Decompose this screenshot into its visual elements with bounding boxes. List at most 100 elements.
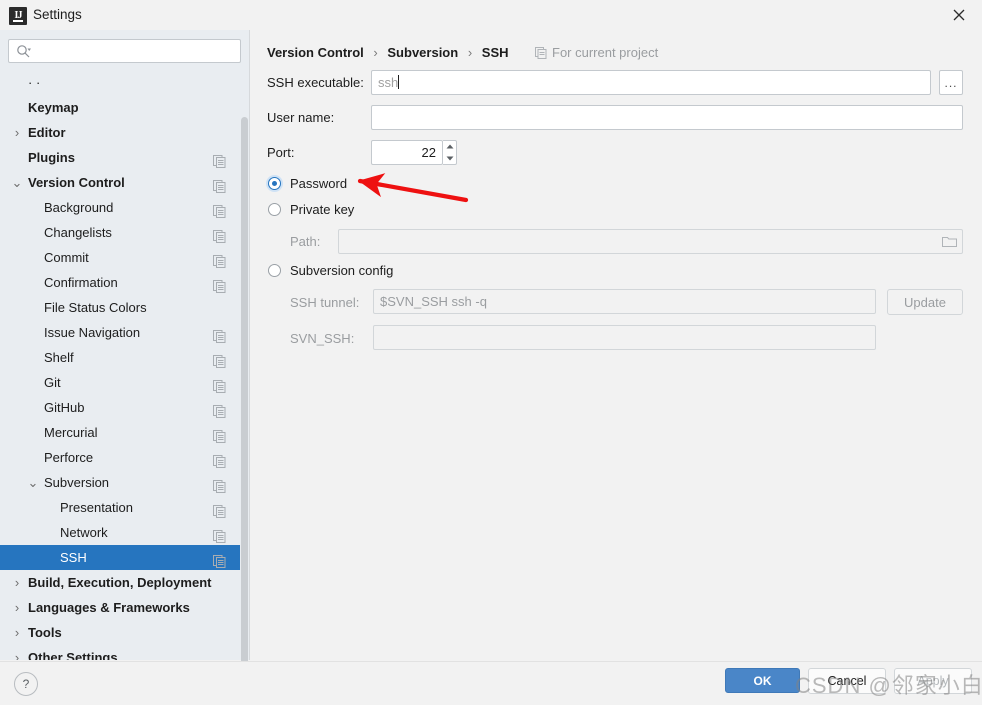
sidebar-item-label: Presentation — [60, 500, 133, 515]
copy-settings-icon[interactable] — [213, 151, 226, 168]
private-key-radio[interactable] — [268, 203, 281, 216]
sidebar-item-editor[interactable]: › Editor — [0, 120, 249, 145]
copy-settings-icon[interactable] — [213, 226, 226, 243]
update-button[interactable]: Update — [887, 289, 963, 315]
search-box[interactable] — [8, 39, 241, 64]
copy-settings-icon — [535, 46, 547, 64]
sidebar-item-tools[interactable]: › Tools — [0, 620, 249, 645]
copy-settings-icon[interactable] — [213, 476, 226, 493]
copy-settings-icon[interactable] — [213, 501, 226, 518]
copy-settings-icon[interactable] — [213, 351, 226, 368]
chevron-right-icon[interactable]: › — [11, 595, 23, 620]
help-icon[interactable]: ? — [14, 672, 38, 696]
path-label: Path: — [290, 234, 321, 249]
breadcrumb-item-1[interactable]: Subversion — [387, 45, 458, 60]
chevron-down-icon[interactable]: ⌄ — [27, 470, 39, 495]
sidebar-item-git[interactable]: Git — [0, 370, 249, 395]
sidebar-item-shelf[interactable]: Shelf — [0, 345, 249, 370]
copy-settings-icon[interactable] — [213, 176, 226, 193]
breadcrumb-separator: › — [373, 45, 378, 60]
sidebar-item-presentation[interactable]: Presentation — [0, 495, 249, 520]
apply-button[interactable]: Apply — [894, 668, 972, 694]
chevron-right-icon[interactable]: › — [11, 570, 23, 595]
sidebar-item-subversion[interactable]: ⌄ Subversion — [0, 470, 249, 495]
subversion-config-radio[interactable] — [268, 264, 281, 277]
copy-settings-icon[interactable] — [213, 426, 226, 443]
sidebar-item-issue-navigation[interactable]: Issue Navigation — [0, 320, 249, 345]
copy-settings-icon[interactable] — [213, 376, 226, 393]
sidebar-item-confirmation[interactable]: Confirmation — [0, 270, 249, 295]
subversion-config-radio-label[interactable]: Subversion config — [290, 262, 393, 280]
password-radio-label[interactable]: Password — [290, 175, 347, 193]
private-key-radio-label[interactable]: Private key — [290, 201, 354, 219]
sidebar-item-keymap[interactable]: Keymap — [0, 95, 249, 120]
sidebar-item-mercurial[interactable]: Mercurial — [0, 420, 249, 445]
ellipsis-icon: ... — [944, 75, 958, 90]
close-icon[interactable] — [936, 0, 982, 30]
sidebar-item-network[interactable]: Network — [0, 520, 249, 545]
ok-button[interactable]: OK — [725, 668, 800, 693]
sidebar-item-ssh[interactable]: SSH — [0, 545, 249, 570]
copy-settings-icon[interactable] — [213, 251, 226, 268]
password-radio[interactable] — [268, 177, 281, 190]
sidebar-item-label: Commit — [44, 250, 89, 265]
sidebar-item-[interactable]: · · — [0, 70, 249, 95]
ssh-tunnel-input[interactable]: $SVN_SSH ssh -q — [373, 289, 876, 314]
sidebar-item-label: Network — [60, 525, 108, 540]
copy-settings-icon[interactable] — [213, 551, 226, 568]
sidebar-item-file-status-colors[interactable]: File Status Colors — [0, 295, 249, 320]
port-input[interactable] — [371, 140, 443, 165]
cancel-button[interactable]: Cancel — [808, 668, 886, 694]
spinner-up-icon[interactable] — [443, 141, 456, 152]
sidebar-item-background[interactable]: Background — [0, 195, 249, 220]
sidebar-item-label: Background — [44, 200, 114, 215]
settings-dialog: IJ Settings · · Keymap › Editor Plugins ⌄ Vers… — [0, 0, 982, 705]
sidebar-item-label: Issue Navigation — [44, 325, 141, 340]
sidebar-item-perforce[interactable]: Perforce — [0, 445, 249, 470]
ssh-executable-input[interactable] — [371, 70, 931, 95]
chevron-right-icon[interactable]: › — [11, 120, 23, 145]
folder-icon[interactable] — [942, 235, 957, 248]
user-name-label: User name: — [267, 110, 335, 125]
search-input[interactable] — [39, 40, 238, 64]
breadcrumb-item-2[interactable]: SSH — [482, 45, 509, 60]
search-icon — [16, 44, 32, 63]
breadcrumb-item-0[interactable]: Version Control — [267, 45, 364, 60]
sidebar-item-label: Build, Execution, Deployment — [28, 575, 212, 590]
ssh-executable-label: SSH executable: — [267, 75, 364, 90]
sidebar-item-build-execution-deployment[interactable]: › Build, Execution, Deployment — [0, 570, 249, 595]
svn-ssh-label: SVN_SSH: — [290, 331, 355, 346]
copy-settings-icon[interactable] — [213, 326, 226, 343]
port-spinner[interactable] — [443, 140, 457, 165]
ssh-executable-browse-button[interactable]: ... — [939, 70, 963, 95]
breadcrumb: Version Control › Subversion › SSH — [267, 44, 509, 62]
path-input[interactable] — [338, 229, 963, 254]
copy-settings-icon[interactable] — [213, 451, 226, 468]
user-name-input[interactable] — [371, 105, 963, 130]
ssh-tunnel-label: SSH tunnel: — [290, 295, 360, 310]
copy-settings-icon[interactable] — [213, 401, 226, 418]
sidebar-item-commit[interactable]: Commit — [0, 245, 249, 270]
copy-settings-icon[interactable] — [213, 526, 226, 543]
sidebar-item-changelists[interactable]: Changelists — [0, 220, 249, 245]
sidebar-item-label: File Status Colors — [44, 300, 147, 315]
sidebar-item-label: Confirmation — [44, 275, 118, 290]
copy-settings-icon[interactable] — [213, 201, 226, 218]
spinner-down-icon[interactable] — [443, 153, 456, 164]
chevron-right-icon[interactable]: › — [11, 620, 23, 645]
sidebar-scrollbar-thumb[interactable] — [241, 117, 248, 692]
copy-settings-icon[interactable] — [213, 276, 226, 293]
sidebar-item-github[interactable]: GitHub — [0, 395, 249, 420]
sidebar-item-plugins[interactable]: Plugins — [0, 145, 249, 170]
sidebar-item-other-settings[interactable]: › Other Settings — [0, 645, 249, 660]
sidebar-item-version-control[interactable]: ⌄ Version Control — [0, 170, 249, 195]
sidebar-scrollbar-track[interactable] — [240, 70, 249, 692]
chevron-right-icon[interactable]: › — [11, 645, 23, 660]
sidebar-item-label: Git — [44, 375, 61, 390]
intellij-idea-icon: IJ — [9, 7, 27, 25]
text-caret — [398, 75, 399, 89]
chevron-down-icon[interactable]: ⌄ — [11, 170, 23, 195]
sidebar-item-languages-frameworks[interactable]: › Languages & Frameworks — [0, 595, 249, 620]
sidebar-item-label: Mercurial — [44, 425, 98, 440]
svn-ssh-input[interactable] — [373, 325, 876, 350]
